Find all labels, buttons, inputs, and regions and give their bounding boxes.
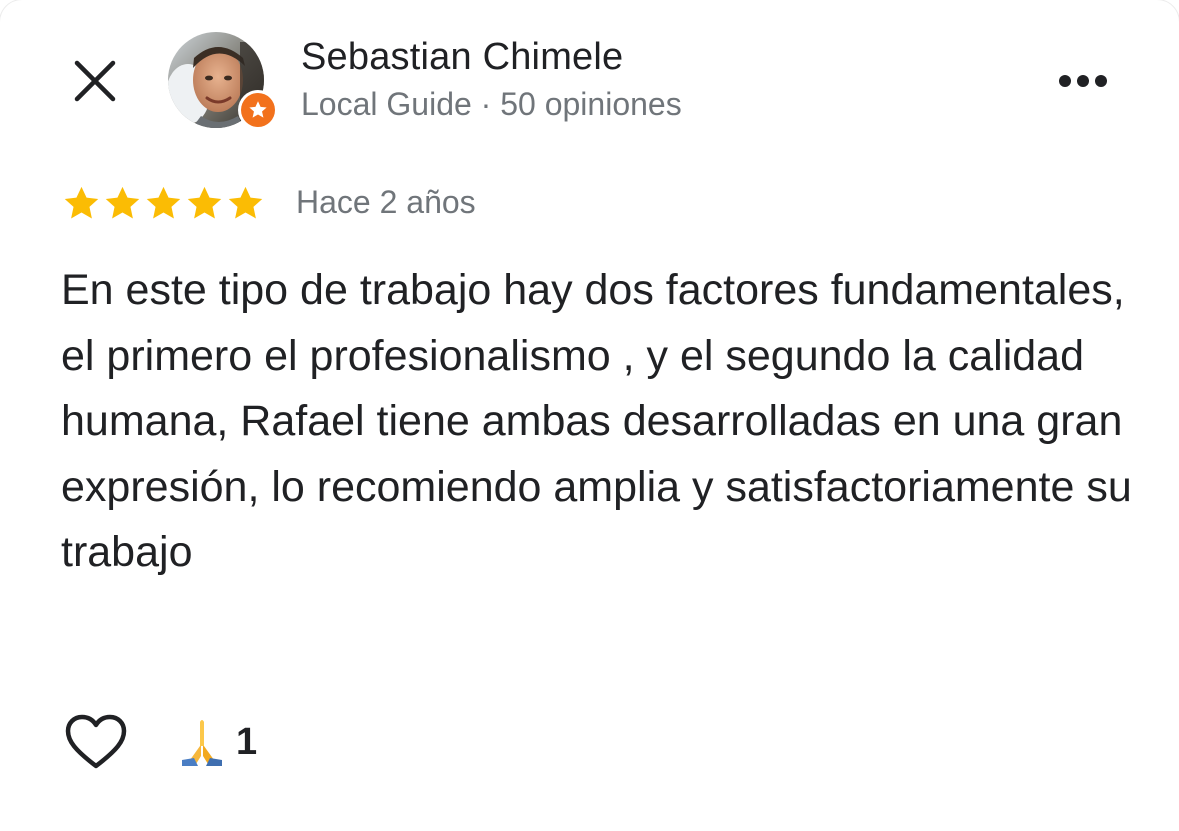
local-guide-badge (238, 90, 278, 130)
star-icon (228, 186, 263, 219)
star-icon (146, 186, 181, 219)
more-options-button[interactable] (1052, 62, 1114, 100)
author-meta: Local Guide · 50 opiniones (301, 86, 682, 122)
star-rating (62, 184, 265, 223)
like-button[interactable] (62, 710, 130, 774)
reaction-pray[interactable]: 1 (176, 712, 257, 772)
reaction-count: 1 (236, 720, 258, 763)
heart-outline-icon (65, 714, 127, 769)
pray-emoji-icon (182, 720, 222, 766)
more-horizontal-icon (1059, 75, 1107, 87)
star-icon (187, 186, 222, 219)
close-button[interactable] (66, 52, 124, 110)
local-guide-star-badge-icon (249, 101, 267, 118)
close-icon (74, 60, 116, 102)
star-icon (64, 186, 99, 219)
author-name[interactable]: Sebastian Chimele (301, 36, 623, 79)
review-text: En este tipo de trabajo hay dos factores… (61, 266, 1132, 576)
star-icon (105, 186, 140, 219)
review-card: Sebastian Chimele Local Guide · 50 opini… (0, 0, 1179, 831)
review-date: Hace 2 años (296, 184, 476, 220)
